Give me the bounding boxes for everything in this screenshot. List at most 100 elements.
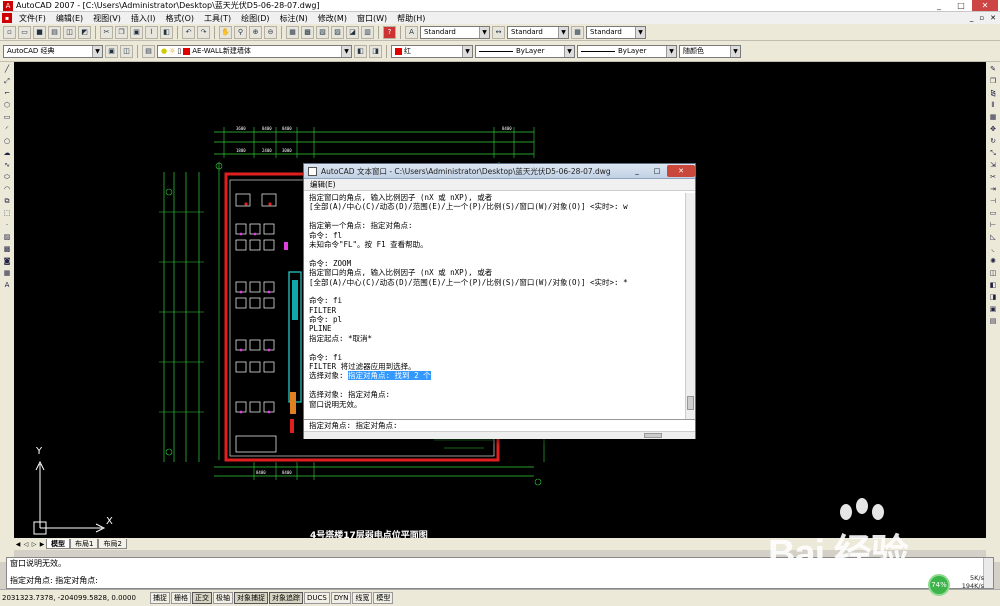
close-button[interactable]: ✕ bbox=[972, 0, 998, 11]
ortho-toggle[interactable]: 正交 bbox=[192, 592, 212, 604]
multiline-text-icon[interactable]: A bbox=[2, 280, 13, 291]
scrollbar-thumb[interactable] bbox=[687, 396, 694, 410]
otrack-toggle[interactable]: 对象追踪 bbox=[269, 592, 303, 604]
markup-icon[interactable]: ◪ bbox=[346, 25, 359, 39]
lineweight-select[interactable]: ByLayer ▼ bbox=[577, 44, 677, 58]
text-window-minimize-button[interactable]: _ bbox=[627, 165, 647, 177]
osnap-toggle[interactable]: 对象捕捉 bbox=[234, 592, 268, 604]
region-icon[interactable]: ◙ bbox=[2, 256, 13, 267]
cpu-usage-badge[interactable]: 74% bbox=[928, 574, 950, 596]
join-icon[interactable]: ⊢ bbox=[988, 220, 999, 231]
text-window-maximize-button[interactable]: □ bbox=[647, 165, 667, 177]
help-icon[interactable]: ? bbox=[383, 25, 396, 39]
open-folder-icon[interactable]: ▭ bbox=[18, 25, 31, 39]
first-tab-arrow-icon[interactable]: ◀ bbox=[14, 541, 22, 548]
save-icon[interactable]: ■ bbox=[33, 25, 46, 39]
lineweight-toggle[interactable]: 线宽 bbox=[352, 592, 373, 604]
circle-icon[interactable]: ○ bbox=[2, 136, 13, 147]
selected-text[interactable]: 指定对角点: 找到 2 个 bbox=[348, 371, 431, 381]
model-space-toggle[interactable]: 模型 bbox=[373, 592, 394, 604]
fillet-icon[interactable]: ◟ bbox=[988, 244, 999, 255]
zoom-realtime-icon[interactable]: ⚲ bbox=[234, 25, 247, 39]
hatch-icon[interactable]: ▨ bbox=[2, 232, 13, 243]
doc-close-button[interactable]: ✕ bbox=[990, 14, 996, 22]
minimize-button[interactable]: _ bbox=[928, 0, 950, 11]
break-at-point-icon[interactable]: ⊣ bbox=[988, 196, 999, 207]
extend-icon[interactable]: ⇥ bbox=[988, 184, 999, 195]
menu-draw[interactable]: 绘图(D) bbox=[236, 13, 274, 24]
horizontal-scrollbar-thumb[interactable] bbox=[644, 433, 662, 438]
cut-icon[interactable]: ✂ bbox=[100, 25, 113, 39]
menu-window[interactable]: 窗口(W) bbox=[352, 13, 392, 24]
ellipse-arc-icon[interactable]: ◠ bbox=[2, 184, 13, 195]
chamfer-icon[interactable]: ◺ bbox=[988, 232, 999, 243]
text-style-select[interactable]: Standard ▼ bbox=[420, 25, 490, 39]
tab-layout2[interactable]: 布局2 bbox=[98, 539, 127, 549]
command-window-scrollbar[interactable] bbox=[983, 558, 993, 588]
print-preview-icon[interactable]: ◫ bbox=[63, 25, 76, 39]
tool-palettes-icon[interactable]: ▧ bbox=[316, 25, 329, 39]
doc-minimize-button[interactable]: _ bbox=[970, 14, 974, 22]
menu-format[interactable]: 格式(O) bbox=[160, 13, 199, 24]
table-icon[interactable]: ▦ bbox=[2, 268, 13, 279]
text-window-command-input[interactable]: 指定对角点: 指定对角点: bbox=[304, 419, 695, 431]
menu-tools[interactable]: 工具(T) bbox=[199, 13, 236, 24]
erase-icon[interactable]: ✎ bbox=[988, 64, 999, 75]
design-center-icon[interactable]: ▩ bbox=[301, 25, 314, 39]
layer-properties-icon[interactable]: ▤ bbox=[142, 44, 155, 58]
insert-block-icon[interactable]: ⧉ bbox=[2, 196, 13, 207]
calculator-icon[interactable]: ▥ bbox=[361, 25, 374, 39]
table-style-icon[interactable]: ▦ bbox=[571, 25, 584, 39]
new-file-icon[interactable]: ▫ bbox=[3, 25, 16, 39]
explode-icon[interactable]: ✺ bbox=[988, 256, 999, 267]
text-style-icon[interactable]: A bbox=[405, 25, 418, 39]
rectangle-icon[interactable]: ▭ bbox=[2, 112, 13, 123]
plotstyle-select[interactable]: 随颜色 ▼ bbox=[679, 44, 741, 58]
text-window-title-bar[interactable]: AutoCAD 文本窗口 - C:\Users\Administrator\De… bbox=[304, 164, 695, 179]
menu-help[interactable]: 帮助(H) bbox=[392, 13, 430, 24]
dim-style-select[interactable]: Standard ▼ bbox=[507, 25, 569, 39]
scale-icon[interactable]: ⤡ bbox=[988, 148, 999, 159]
coordinate-readout[interactable]: 2031323.7378, -204099.5828, 0.0000 bbox=[0, 594, 150, 602]
text-window-close-button[interactable]: ✕ bbox=[667, 165, 695, 177]
next-tab-arrow-icon[interactable]: ▷ bbox=[30, 541, 38, 548]
revision-cloud-icon[interactable]: ☁ bbox=[2, 148, 13, 159]
table-style-select[interactable]: Standard ▼ bbox=[586, 25, 646, 39]
tab-layout1[interactable]: 布局1 bbox=[70, 539, 99, 549]
polar-toggle[interactable]: 极轴 bbox=[213, 592, 233, 604]
redo-icon[interactable]: ↷ bbox=[197, 25, 210, 39]
inquiry-icon[interactable]: ▤ bbox=[988, 316, 999, 327]
menu-modify[interactable]: 修改(M) bbox=[313, 13, 352, 24]
stretch-icon[interactable]: ⇲ bbox=[988, 160, 999, 171]
menu-insert[interactable]: 插入(I) bbox=[126, 13, 161, 24]
break-icon[interactable]: ▭ bbox=[988, 208, 999, 219]
block-editor-icon[interactable]: ◧ bbox=[160, 25, 173, 39]
move-icon[interactable]: ✥ bbox=[988, 124, 999, 135]
doc-restore-button[interactable]: ▫ bbox=[979, 14, 984, 22]
construction-line-icon[interactable]: ⤢ bbox=[2, 76, 13, 87]
workspace-settings-icon[interactable]: ▣ bbox=[105, 44, 118, 58]
spline-icon[interactable]: ∿ bbox=[2, 160, 13, 171]
point-icon[interactable]: · bbox=[2, 220, 13, 231]
menu-view[interactable]: 视图(V) bbox=[88, 13, 126, 24]
menu-dimension[interactable]: 标注(N) bbox=[275, 13, 313, 24]
color-select[interactable]: 红 ▼ bbox=[391, 44, 473, 58]
arc-icon[interactable]: ◜ bbox=[2, 124, 13, 135]
text-window[interactable]: AutoCAD 文本窗口 - C:\Users\Administrator\De… bbox=[303, 163, 696, 439]
text-window-horizontal-scrollbar[interactable] bbox=[304, 431, 695, 439]
trim-icon[interactable]: ✂ bbox=[988, 172, 999, 183]
command-history[interactable]: 指定窗口的角点, 输入比例因子 (nX 或 nXP), 或者 [全部(A)/中心… bbox=[304, 193, 687, 419]
maximize-button[interactable]: □ bbox=[950, 0, 972, 11]
polyline-icon[interactable]: ⌐ bbox=[2, 88, 13, 99]
mirror-icon[interactable]: ⧎ bbox=[988, 88, 999, 99]
properties-icon[interactable]: ▦ bbox=[286, 25, 299, 39]
menu-edit[interactable]: 编辑(E) bbox=[51, 13, 88, 24]
menu-file[interactable]: 文件(F) bbox=[14, 13, 51, 24]
prev-tab-arrow-icon[interactable]: ◁ bbox=[22, 541, 30, 548]
snap-toggle[interactable]: 捕捉 bbox=[150, 592, 170, 604]
make-current-layer-icon[interactable]: ◧ bbox=[354, 44, 367, 58]
make-block-icon[interactable]: ⬚ bbox=[2, 208, 13, 219]
grid-toggle[interactable]: 栅格 bbox=[171, 592, 191, 604]
object-snap-icon[interactable]: ◧ bbox=[988, 280, 999, 291]
zoom-window-icon[interactable]: ⊕ bbox=[249, 25, 262, 39]
